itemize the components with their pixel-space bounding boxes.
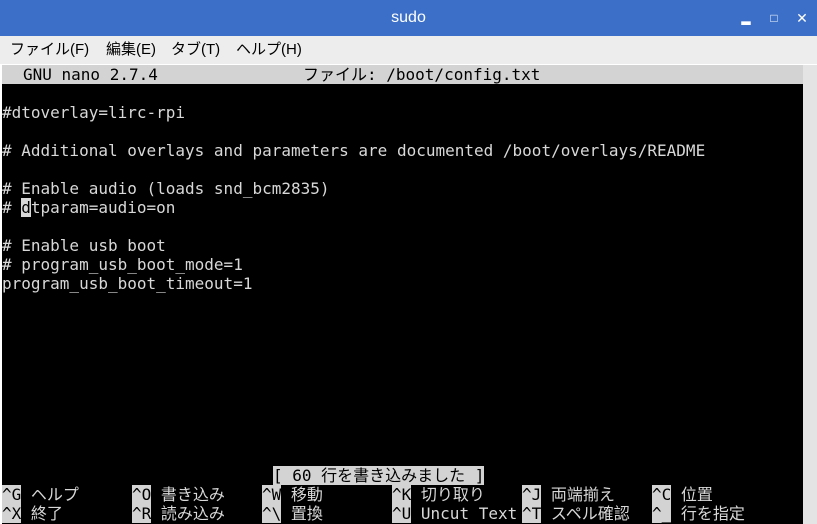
editor-line: # Additional overlays and parameters are… <box>2 141 706 160</box>
terminal[interactable]: GNU nano 2.7.4 ファイル: /boot/config.txt #d… <box>2 65 803 524</box>
editor-line-cursor: # dtparam=audio=on <box>2 198 176 217</box>
shortcut-go-to-line: ^_ 行を指定 <box>652 504 745 523</box>
nano-file-label: ファイル: /boot/config.txt <box>303 65 541 84</box>
shortcut-exit: ^X 終了 <box>2 504 63 523</box>
shortcut-justify: ^J 両端揃え <box>522 485 615 504</box>
editor-line: #dtoverlay=lirc-rpi <box>2 103 186 122</box>
nano-version: GNU nano 2.7.4 <box>23 65 158 84</box>
window-title: sudo <box>391 9 426 26</box>
shortcut-where-is: ^W 移動 <box>262 485 323 504</box>
maximize-icon[interactable]: □ <box>766 10 782 26</box>
menubar: ファイル(F) 編集(E) タブ(T) ヘルプ(H) <box>0 36 817 64</box>
editor-line: # Enable usb boot <box>2 236 166 255</box>
close-icon[interactable]: ✕ <box>794 10 810 26</box>
menu-file[interactable]: ファイル(F) <box>10 36 89 64</box>
editor-line: program_usb_boot_timeout=1 <box>2 274 253 293</box>
nano-header: GNU nano 2.7.4 ファイル: /boot/config.txt <box>2 65 803 84</box>
menu-edit[interactable]: 編集(E) <box>106 36 156 64</box>
shortcut-read-file: ^R 読み込み <box>132 504 225 523</box>
editor-line: # Enable audio (loads snd_bcm2835) <box>2 179 330 198</box>
window-titlebar[interactable]: sudo ▂ □ ✕ <box>0 0 817 36</box>
shortcut-cur-pos: ^C 位置 <box>652 485 713 504</box>
shortcut-writeout: ^O 書き込み <box>132 485 225 504</box>
editor-line: # program_usb_boot_mode=1 <box>2 255 243 274</box>
minimize-icon[interactable]: ▂ <box>738 10 754 26</box>
menu-help[interactable]: ヘルプ(H) <box>236 36 302 64</box>
shortcut-uncut: ^U Uncut Text <box>392 504 518 523</box>
text-cursor: d <box>21 198 31 217</box>
shortcut-cut: ^K 切り取り <box>392 485 485 504</box>
shortcut-help: ^G ヘルプ <box>2 485 79 504</box>
shortcut-replace: ^\ 置換 <box>262 504 323 523</box>
menu-tabs[interactable]: タブ(T) <box>171 36 220 64</box>
shortcut-spell: ^T スペル確認 <box>522 504 630 523</box>
terminal-scrollbar[interactable] <box>803 65 817 524</box>
status-message: [ 60 行を書き込みました ] <box>273 466 485 485</box>
